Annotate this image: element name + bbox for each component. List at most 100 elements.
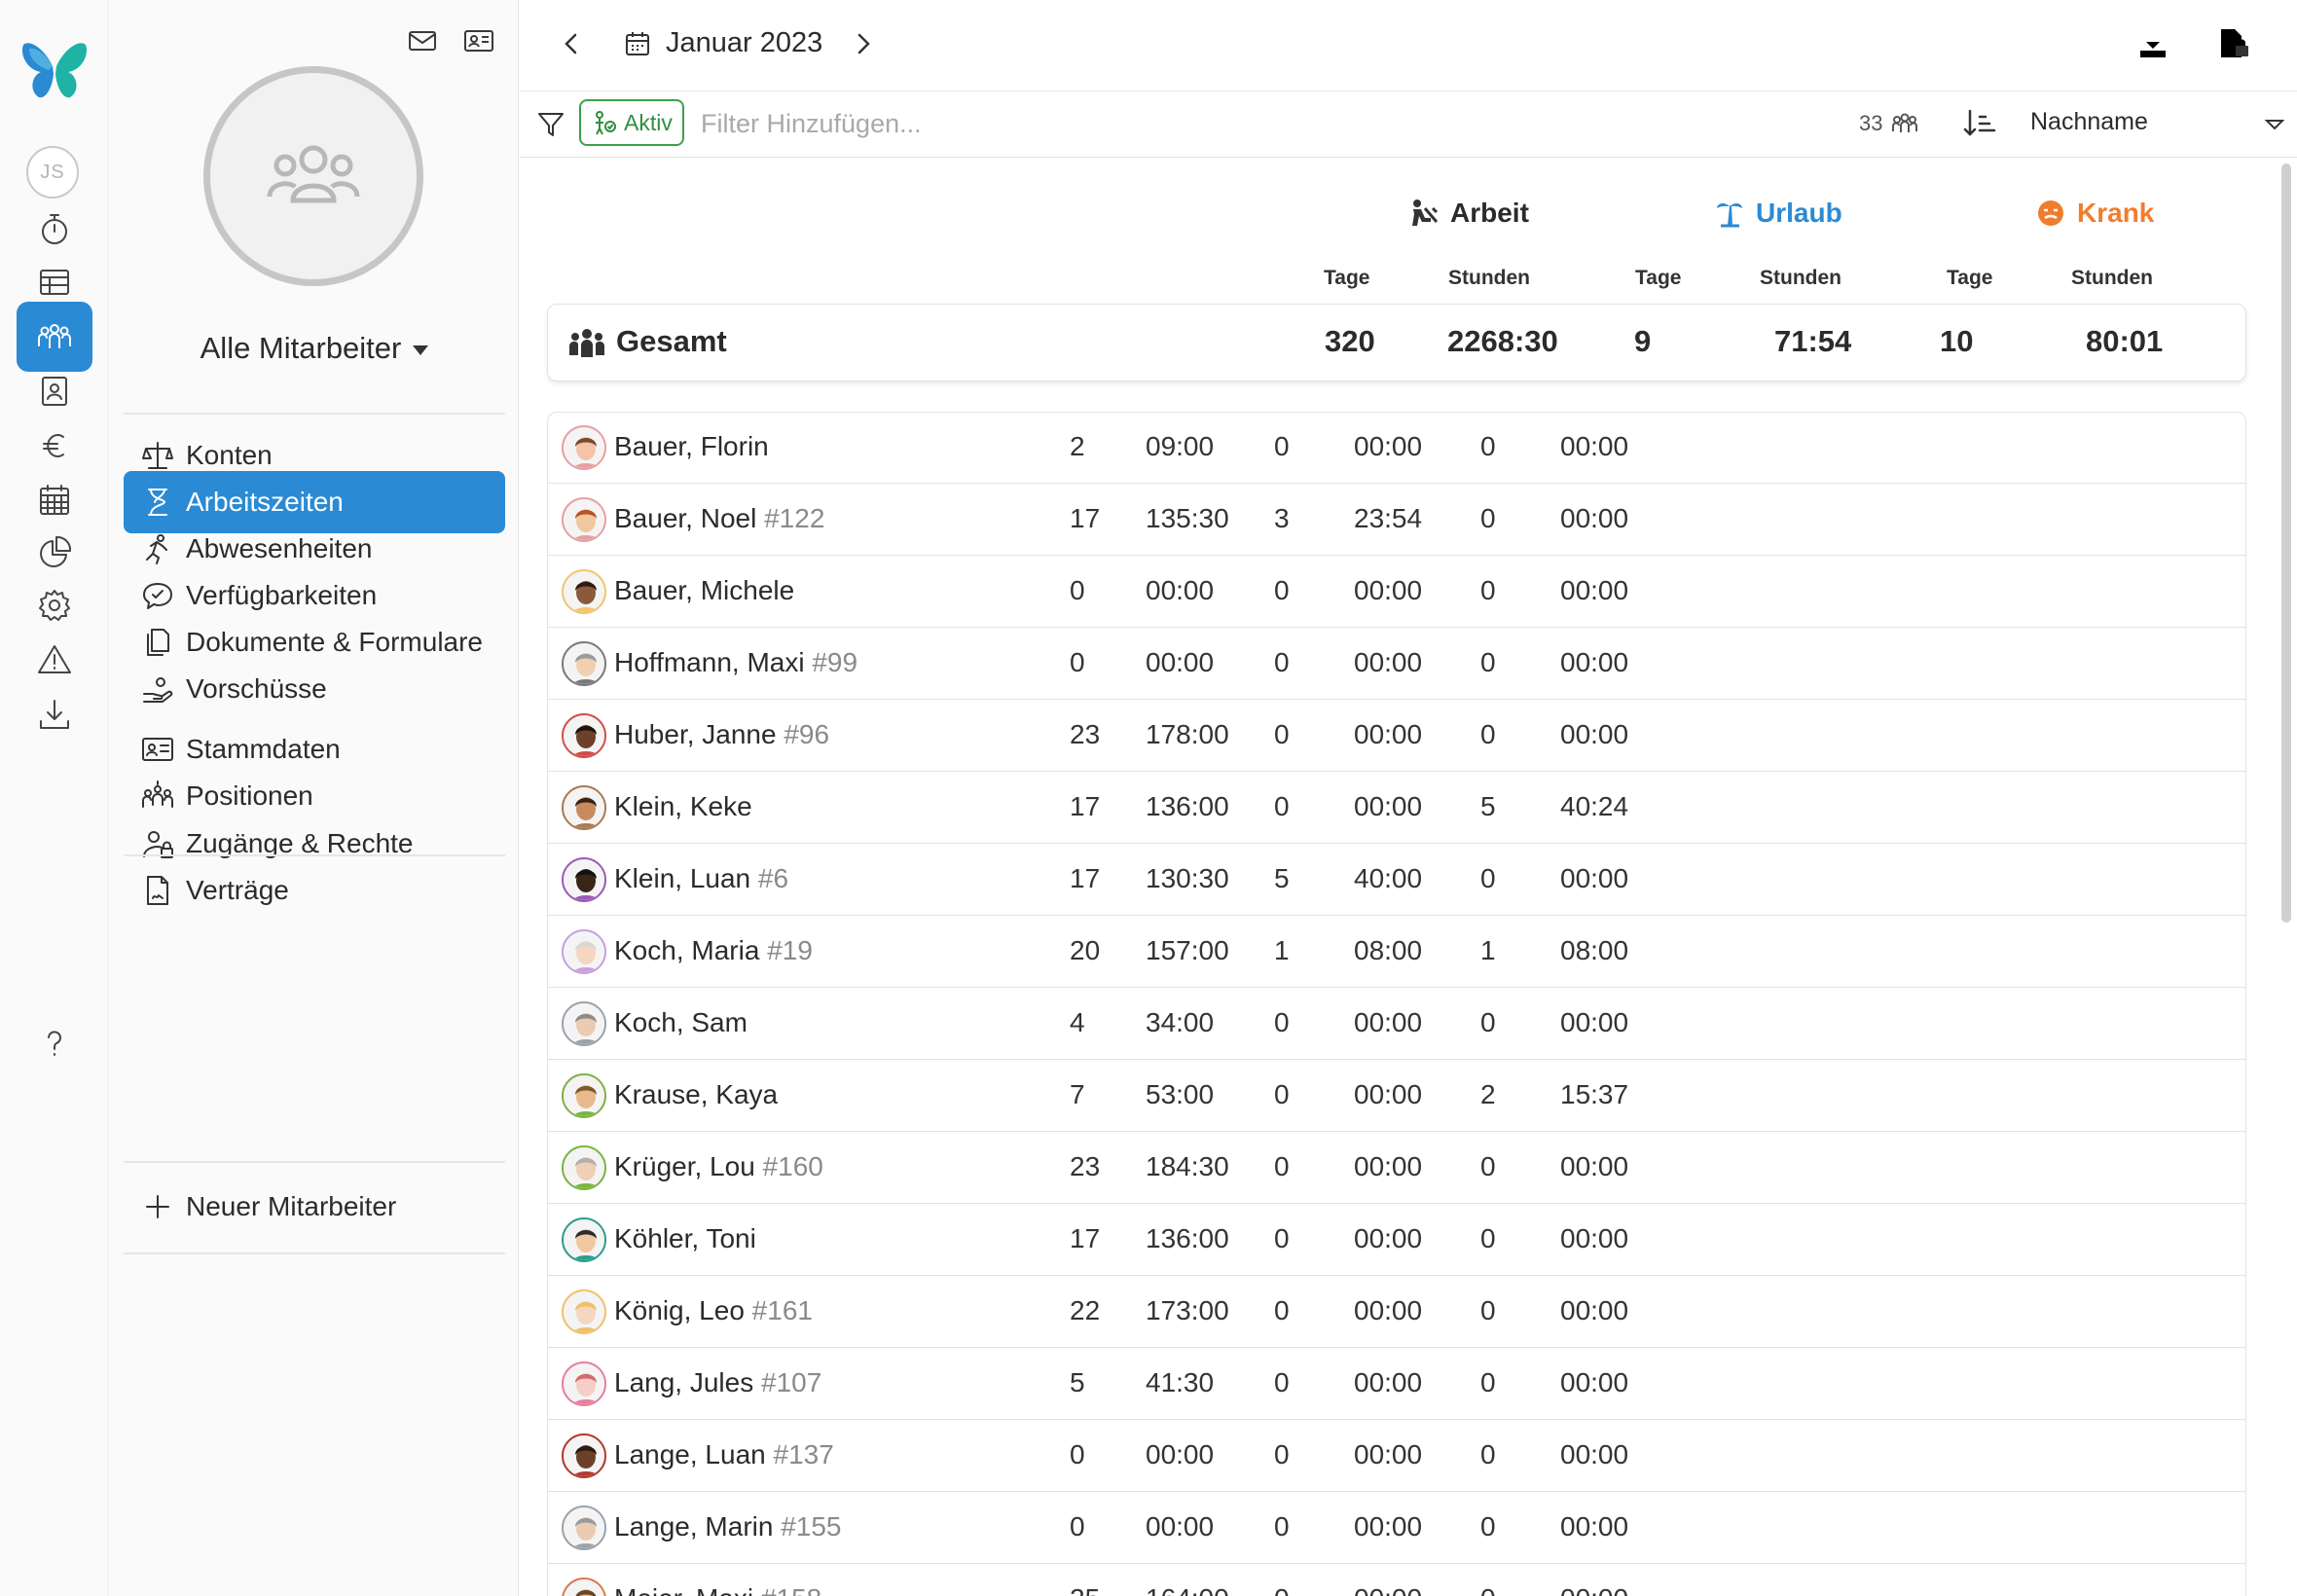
table-row[interactable]: Klein, Luan #6 17 130:30 5 40:00 0 00:00 <box>548 844 2245 916</box>
employee-name[interactable]: Meier, Maxi #158 <box>614 1583 821 1596</box>
table-row[interactable]: Bauer, Michele 0 00:00 0 00:00 0 00:00 <box>548 556 2245 628</box>
cell-vacation-hours: 00:00 <box>1354 719 1423 749</box>
top-bar: Januar 2023 <box>520 0 2297 91</box>
cell-vacation-hours: 00:00 <box>1354 1151 1423 1181</box>
cell-vacation-days: 0 <box>1274 1583 1290 1596</box>
prev-month-button[interactable] <box>557 29 586 58</box>
butterfly-logo[interactable] <box>19 37 90 103</box>
table-row[interactable]: Meier, Maxi #158 25 164:00 0 00:00 0 00:00 <box>548 1564 2245 1596</box>
group-select[interactable]: Alle Mitarbeiter <box>110 331 519 366</box>
mail-icon[interactable] <box>407 25 438 56</box>
filter-bar: Aktiv 33 Nachname <box>520 91 2297 158</box>
table-row[interactable]: Koch, Sam 4 34:00 0 00:00 0 00:00 <box>548 988 2245 1060</box>
employee-name[interactable]: Koch, Maria #19 <box>614 935 813 966</box>
sort-order-icon[interactable] <box>1962 107 1997 140</box>
employee-name-text: Köhler, Toni <box>614 1223 756 1253</box>
col-sick-days[interactable]: Tage <box>1947 267 1992 290</box>
table-row[interactable]: Hoffmann, Maxi #99 0 00:00 0 00:00 0 00:00 <box>548 628 2245 700</box>
col-work-days[interactable]: Tage <box>1324 267 1369 290</box>
employee-name[interactable]: Krüger, Lou #160 <box>614 1151 823 1182</box>
employee-name[interactable]: Lange, Luan #137 <box>614 1439 834 1470</box>
avatar <box>562 1073 606 1118</box>
scrollbar[interactable] <box>2281 163 2291 923</box>
employee-name[interactable]: Koch, Sam <box>614 1007 747 1038</box>
user-initials: JS <box>40 161 65 183</box>
sidebar-item-vorschüsse[interactable]: Vorschüsse <box>124 658 505 720</box>
positions-icon <box>142 780 173 808</box>
cell-sick-days: 2 <box>1480 1079 1496 1109</box>
employee-name[interactable]: Köhler, Toni <box>614 1223 756 1254</box>
table-row[interactable]: Bauer, Florin 2 09:00 0 00:00 0 00:00 <box>548 413 2245 484</box>
employee-name[interactable]: Lang, Jules #107 <box>614 1367 821 1398</box>
employee-name[interactable]: Krause, Kaya <box>614 1079 778 1110</box>
employee-name-text: Hoffmann, Maxi <box>614 647 805 677</box>
month-picker[interactable]: Januar 2023 <box>623 27 822 59</box>
cell-vacation-days: 0 <box>1274 1007 1290 1037</box>
chevron-down-icon[interactable] <box>2264 117 2285 132</box>
personnel-number: #96 <box>784 719 830 749</box>
employee-name[interactable]: Lange, Marin #155 <box>614 1511 842 1542</box>
download-button[interactable] <box>2135 27 2170 62</box>
main-panel: Januar 2023 Aktiv 33 Nachname Arbeit <box>520 0 2297 1596</box>
table-row[interactable]: Bauer, Noel #122 17 135:30 3 23:54 0 00:00 <box>548 484 2245 556</box>
table-row[interactable]: Lang, Jules #107 5 41:30 0 00:00 0 00:00 <box>548 1348 2245 1420</box>
user-avatar[interactable]: JS <box>26 146 79 199</box>
sort-select[interactable]: Nachname <box>2030 108 2148 136</box>
cell-work-hours: 41:30 <box>1146 1367 1215 1397</box>
table-row[interactable]: Klein, Keke 17 136:00 0 00:00 5 40:24 <box>548 772 2245 844</box>
document-lock-button[interactable] <box>2215 25 2252 62</box>
employee-name[interactable]: Klein, Keke <box>614 791 752 822</box>
table-row[interactable]: Lange, Marin #155 0 00:00 0 00:00 0 00:00 <box>548 1492 2245 1564</box>
cell-sick-days: 0 <box>1480 719 1496 749</box>
table-row[interactable]: Köhler, Toni 17 136:00 0 00:00 0 00:00 <box>548 1204 2245 1276</box>
new-employee-button[interactable]: Neuer Mitarbeiter <box>124 1176 505 1238</box>
col-vacation-days[interactable]: Tage <box>1635 267 1681 290</box>
chat-icon <box>143 583 172 609</box>
employee-count: 33 <box>1859 109 1919 138</box>
filter-input[interactable] <box>701 103 1285 144</box>
cell-sick-days: 0 <box>1480 503 1496 533</box>
employee-name[interactable]: König, Leo #161 <box>614 1295 813 1326</box>
table-row[interactable]: Krüger, Lou #160 23 184:30 0 00:00 0 00:00 <box>548 1132 2245 1204</box>
employee-name-text: König, Leo <box>614 1295 745 1325</box>
filter-icon[interactable] <box>535 109 566 140</box>
employee-name[interactable]: Bauer, Michele <box>614 575 794 606</box>
cell-vacation-hours: 00:00 <box>1354 1079 1423 1109</box>
employee-name-text: Lang, Jules <box>614 1367 754 1397</box>
total-sick-hours: 80:01 <box>2086 324 2164 358</box>
col-vacation-hours[interactable]: Stunden <box>1760 267 1841 290</box>
table-row[interactable]: Lange, Luan #137 0 00:00 0 00:00 0 00:00 <box>548 1420 2245 1492</box>
employee-name[interactable]: Bauer, Noel #122 <box>614 503 824 534</box>
sidebar-item-verträge[interactable]: Verträge <box>124 859 505 922</box>
rail-download-button[interactable] <box>17 679 92 749</box>
hand-coin-icon <box>143 677 173 703</box>
timer-icon <box>42 214 67 244</box>
avatar <box>562 1001 606 1046</box>
hourglass-icon <box>148 489 167 516</box>
personnel-number: #19 <box>767 935 813 965</box>
table-row[interactable]: Krause, Kaya 7 53:00 0 00:00 2 15:37 <box>548 1060 2245 1132</box>
col-work-hours[interactable]: Stunden <box>1448 267 1530 290</box>
id-card-icon[interactable] <box>463 25 494 56</box>
col-sick-hours[interactable]: Stunden <box>2071 267 2153 290</box>
cell-vacation-days: 0 <box>1274 1511 1290 1542</box>
employee-name-text: Meier, Maxi <box>614 1583 753 1596</box>
employee-name[interactable]: Huber, Janne #96 <box>614 719 829 750</box>
employee-name[interactable]: Klein, Luan #6 <box>614 863 788 894</box>
category-sick-label: Krank <box>2077 198 2155 228</box>
table-row[interactable]: Koch, Maria #19 20 157:00 1 08:00 1 08:00 <box>548 916 2245 988</box>
cell-vacation-days: 0 <box>1274 1079 1290 1109</box>
employee-name[interactable]: Bauer, Florin <box>614 431 769 462</box>
table-row[interactable]: Huber, Janne #96 23 178:00 0 00:00 0 00:00 <box>548 700 2245 772</box>
table-row[interactable]: König, Leo #161 22 173:00 0 00:00 0 00:00 <box>548 1276 2245 1348</box>
next-month-button[interactable] <box>849 29 878 58</box>
rail-help-button[interactable] <box>17 1008 92 1078</box>
cell-vacation-hours: 40:00 <box>1354 863 1423 893</box>
cell-vacation-hours: 00:00 <box>1354 1367 1423 1397</box>
running-icon <box>146 534 167 564</box>
personnel-number: #6 <box>757 863 789 893</box>
avatar <box>562 857 606 902</box>
cell-sick-days: 0 <box>1480 1439 1496 1469</box>
employee-name[interactable]: Hoffmann, Maxi #99 <box>614 647 857 678</box>
active-filter-chip[interactable]: Aktiv <box>579 99 684 146</box>
